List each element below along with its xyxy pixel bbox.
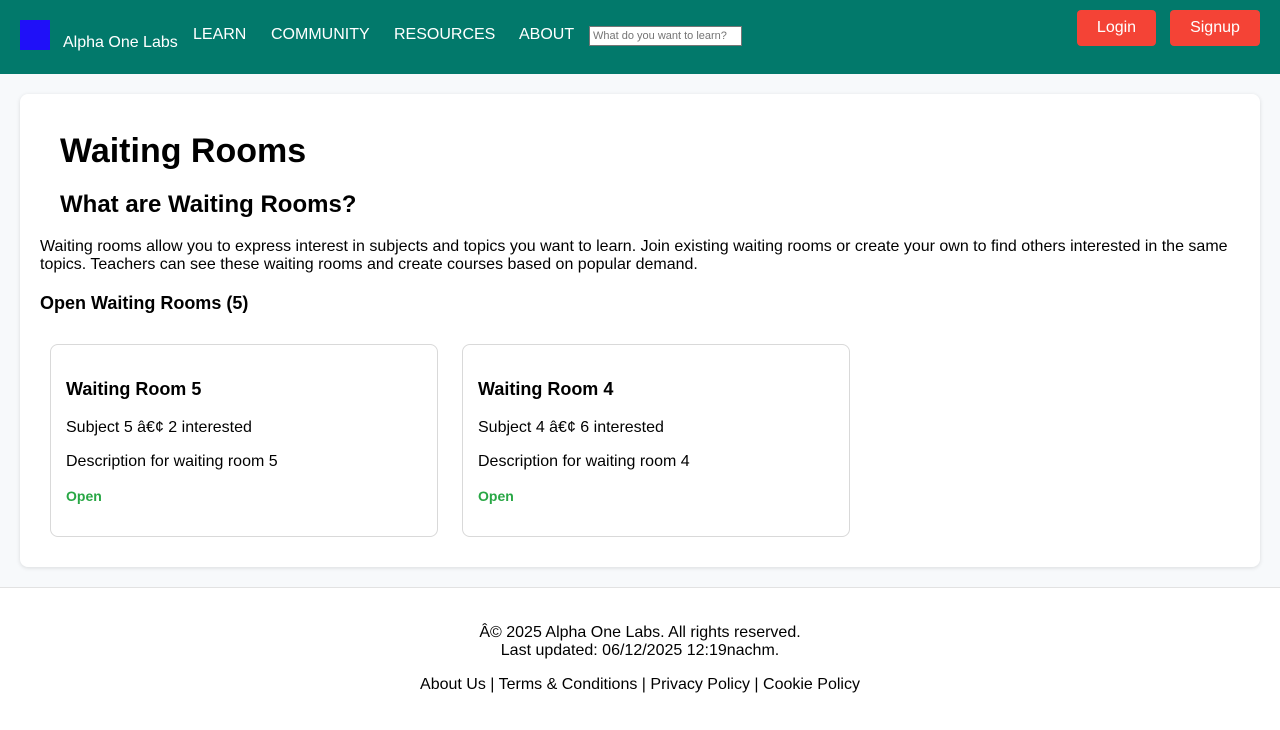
footer-separator: | — [749, 676, 764, 693]
intro-text: Waiting rooms allow you to express inter… — [40, 238, 1228, 273]
copyright: Â© 2025 Alpha One Labs. All rights reser… — [0, 624, 1280, 660]
status-badge: Open — [478, 488, 514, 504]
footer-separator: | — [485, 676, 499, 693]
footer-link-cookie[interactable]: Cookie Policy — [763, 676, 860, 693]
search-input[interactable] — [589, 26, 742, 46]
footer-separator: | — [637, 676, 651, 693]
footer-link-privacy[interactable]: Privacy Policy — [650, 676, 750, 693]
room-description: Description for waiting room 5 — [66, 453, 278, 470]
copyright-text: Â© 2025 Alpha One Labs. All rights reser… — [479, 624, 801, 641]
waiting-room-card[interactable]: Waiting Room 5 Subject 5 â€¢ 2 intereste… — [50, 344, 438, 537]
logo-icon[interactable] — [20, 20, 50, 50]
top-navbar: Alpha One Labs LEARN COMMUNITY RESOURCES… — [0, 0, 1280, 74]
room-description: Description for waiting room 4 — [478, 453, 690, 470]
room-title[interactable]: Waiting Room 4 — [478, 379, 613, 400]
room-title[interactable]: Waiting Room 5 — [66, 379, 201, 400]
section-heading: What are Waiting Rooms? — [60, 191, 357, 218]
footer-link-about[interactable]: About Us — [420, 676, 486, 693]
footer-links: About Us | Terms & Conditions | Privacy … — [0, 676, 1280, 694]
signup-button[interactable]: Signup — [1170, 10, 1260, 46]
login-button[interactable]: Login — [1077, 10, 1156, 46]
nav-learn[interactable]: LEARN — [193, 26, 246, 44]
nav-resources[interactable]: RESOURCES — [394, 26, 495, 44]
last-updated-text: Last updated: 06/12/2025 12:19nachm. — [500, 642, 780, 659]
nav-community[interactable]: COMMUNITY — [271, 26, 370, 44]
brand-link[interactable]: Alpha One Labs — [63, 34, 178, 52]
room-meta: Subject 5 â€¢ 2 interested — [66, 419, 252, 436]
page-title: Waiting Rooms — [60, 132, 307, 170]
status-badge: Open — [66, 488, 102, 504]
nav-about[interactable]: ABOUT — [519, 26, 574, 44]
waiting-room-card[interactable]: Waiting Room 4 Subject 4 â€¢ 6 intereste… — [462, 344, 850, 537]
footer: Â© 2025 Alpha One Labs. All rights reser… — [0, 587, 1280, 730]
footer-link-terms[interactable]: Terms & Conditions — [499, 676, 638, 693]
room-meta: Subject 4 â€¢ 6 interested — [478, 419, 664, 436]
open-rooms-heading: Open Waiting Rooms (5) — [40, 293, 249, 313]
waiting-rooms-panel: Waiting Rooms What are Waiting Rooms? Wa… — [20, 94, 1260, 567]
